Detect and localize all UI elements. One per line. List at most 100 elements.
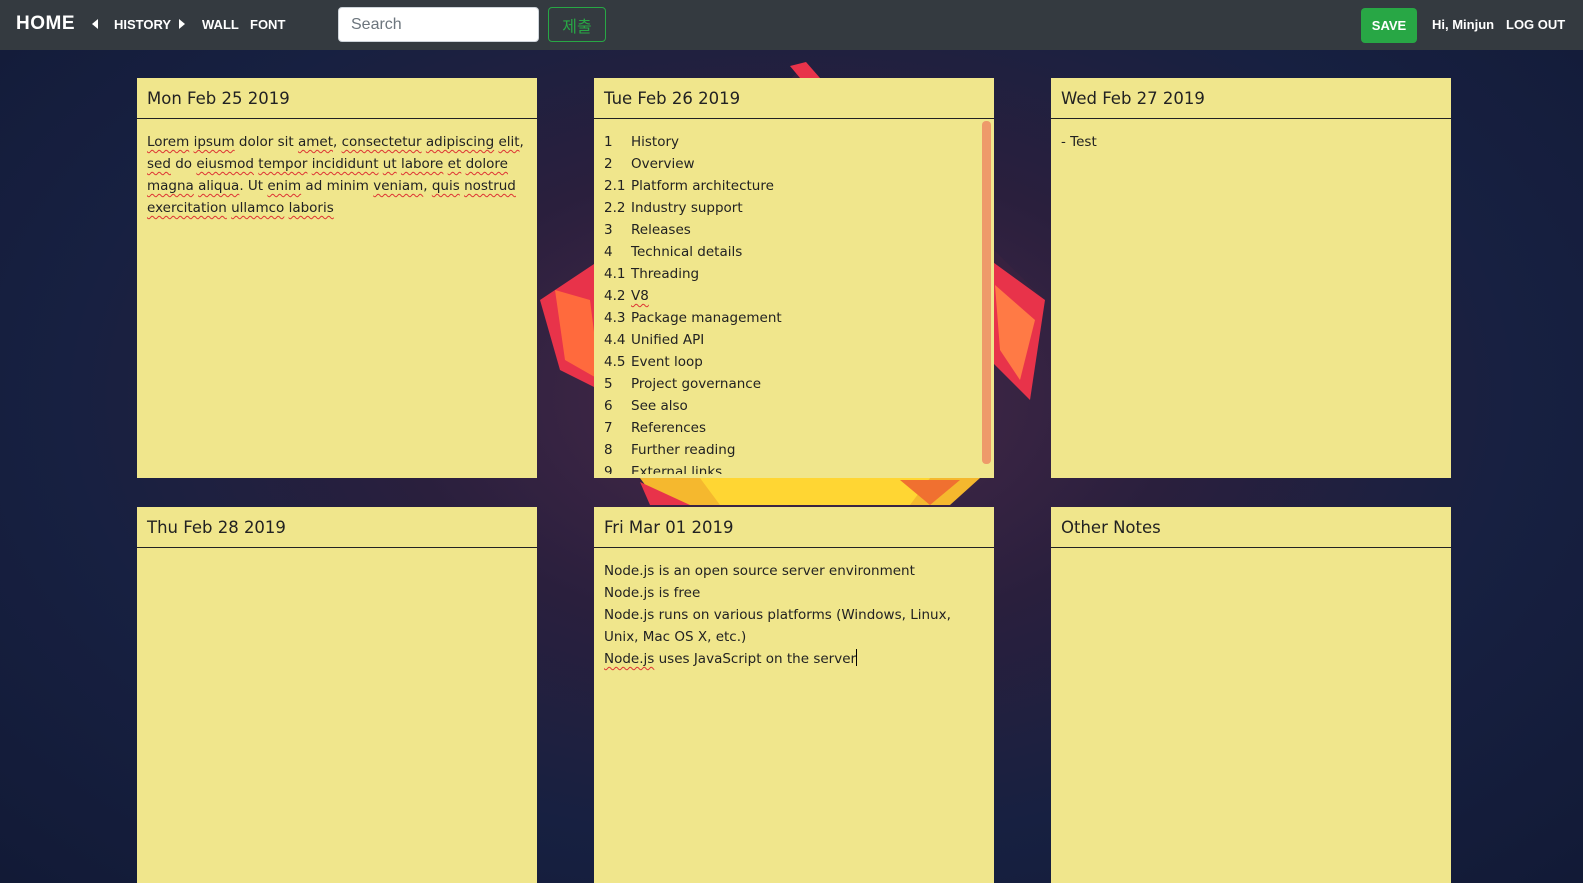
toc-number: 4.2 (604, 288, 626, 304)
toc-row: 4.3 Package management (604, 307, 978, 329)
toc-title: Overview (631, 156, 695, 172)
toc-row: 9 External links (604, 461, 978, 474)
misspelled-word: amet (297, 134, 333, 150)
note-card-mon-feb-25[interactable]: Mon Feb 25 2019 Lorem ipsum dolor sit am… (137, 78, 537, 478)
note-textarea[interactable]: - Test (1051, 119, 1451, 153)
note-date-header: Wed Feb 27 2019 (1051, 78, 1451, 119)
note-textarea[interactable]: Lorem ipsum dolor sit amet, consectetur … (137, 119, 537, 219)
logout-link[interactable]: LOG OUT (1506, 17, 1565, 32)
note-card-fri-mar-01[interactable]: Fri Mar 01 2019 Node.js is an open sourc… (594, 507, 994, 883)
top-navbar: HOME HISTORY WALL FONT 제출 SAVE Hi, Minju… (0, 0, 1583, 50)
search-input[interactable] (338, 7, 539, 42)
note-text: , (519, 134, 524, 150)
toc-row: 4.4 Unified API (604, 329, 978, 351)
toc-number: 4.4 (604, 332, 626, 348)
note-line: Node.js uses JavaScript on the server (604, 648, 984, 670)
misspelled-word: magna (147, 178, 194, 194)
misspelled-word: ipsum (193, 134, 235, 150)
note-card-other-notes[interactable]: Other Notes (1051, 507, 1451, 883)
note-card-wed-feb-27[interactable]: Wed Feb 27 2019 - Test (1051, 78, 1451, 478)
toc-row: 8 Further reading (604, 439, 978, 461)
misspelled-word: eiusmod (196, 156, 254, 172)
toc-title: References (631, 420, 707, 436)
note-date-header: Fri Mar 01 2019 (594, 507, 994, 548)
toc-number: 6 (604, 398, 613, 414)
misspelled-word: aliqua (198, 178, 240, 194)
toc-row: 4 Technical details (604, 241, 978, 263)
note-scrollbar[interactable] (982, 121, 991, 464)
toc-number: 2.2 (604, 200, 626, 216)
caret-right-icon[interactable] (179, 19, 185, 29)
note-text: ad minim (301, 178, 374, 194)
note-text: do (170, 156, 197, 172)
misspelled-word: consectetur (341, 134, 422, 150)
misspelled-word: adipiscing (425, 134, 495, 150)
toc-row: 3 Releases (604, 219, 978, 241)
note-text: , (333, 134, 342, 150)
note-textarea[interactable]: Node.js is an open source server environ… (594, 548, 994, 670)
misspelled-word: incididunt (311, 156, 379, 172)
toc-row: 2.1 Platform architecture (604, 175, 978, 197)
home-link[interactable]: HOME (16, 13, 75, 35)
note-textarea[interactable] (137, 548, 537, 560)
misspelled-word: ullamco (231, 200, 285, 216)
misspelled-word: veniam (373, 178, 424, 194)
toc-number: 2.1 (604, 178, 626, 194)
misspelled-word: dolore (465, 156, 508, 172)
line-text: uses JavaScript on the server (654, 651, 857, 667)
note-line: Node.js runs on various platforms (Windo… (604, 607, 951, 645)
misspelled-word: exercitation (147, 200, 227, 216)
note-card-tue-feb-26[interactable]: Tue Feb 26 2019 1 History 2 Overview 2.1 Plat… (594, 78, 994, 478)
submit-button[interactable]: 제출 (548, 7, 606, 42)
toc-row: 4.5 Event loop (604, 351, 978, 373)
toc-number: 4.5 (604, 354, 626, 370)
misspelled-word: elit (498, 134, 520, 150)
history-link[interactable]: HISTORY (114, 17, 171, 32)
user-greeting: Hi, Minjun (1432, 17, 1495, 32)
save-button[interactable]: SAVE (1361, 8, 1417, 43)
toc-number: 4 (604, 244, 613, 260)
toc-title: Releases (631, 222, 691, 238)
note-date-header: Tue Feb 26 2019 (594, 78, 994, 119)
note-date-header: Mon Feb 25 2019 (137, 78, 537, 119)
toc-row: 4.2 V8 (604, 285, 978, 307)
toc-title: Technical details (631, 244, 743, 260)
caret-left-icon[interactable] (92, 19, 98, 29)
misspelled-word: quis (431, 178, 460, 194)
misspelled-word: ut (382, 156, 397, 172)
toc-number: 4.1 (604, 266, 626, 282)
misspelled-word: laboris (288, 200, 334, 216)
note-text: , (423, 178, 432, 194)
font-link[interactable]: FONT (250, 17, 285, 32)
misspelled-word: Node.js (604, 651, 655, 667)
toc-title: Threading (631, 266, 700, 282)
note-card-thu-feb-28[interactable]: Thu Feb 28 2019 (137, 507, 537, 883)
note-line: Node.js is free (604, 585, 701, 601)
wall-link[interactable]: WALL (202, 17, 239, 32)
note-text: dolor sit (234, 134, 298, 150)
note-line: Node.js is an open source server environ… (604, 563, 915, 579)
note-date-header: Other Notes (1051, 507, 1451, 548)
toc-title: Event loop (631, 354, 703, 370)
toc-row: 1 History (604, 131, 978, 153)
toc-row: 2 Overview (604, 153, 978, 175)
toc-row: 2.2 Industry support (604, 197, 978, 219)
text-cursor (856, 649, 858, 666)
toc-title: Further reading (631, 442, 736, 458)
misspelled-word: tempor (258, 156, 308, 172)
misspelled-word: sed (147, 156, 171, 172)
toc-title: Project governance (631, 376, 762, 392)
toc-row: 6 See also (604, 395, 978, 417)
toc-title: External links (631, 464, 723, 474)
toc-title: Industry support (631, 200, 743, 216)
note-text: . Ut (239, 178, 268, 194)
toc-number: 4.3 (604, 310, 626, 326)
misspelled-word: labore (400, 156, 444, 172)
misspelled-word: enim (267, 178, 302, 194)
note-textarea[interactable]: 1 History 2 Overview 2.1 Platform architectur… (594, 119, 994, 474)
misspelled-word: nostrud (464, 178, 516, 194)
toc-number: 3 (604, 222, 613, 238)
toc-row: 7 References (604, 417, 978, 439)
note-textarea[interactable] (1051, 548, 1451, 560)
misspelled-word: Lorem (147, 134, 190, 150)
